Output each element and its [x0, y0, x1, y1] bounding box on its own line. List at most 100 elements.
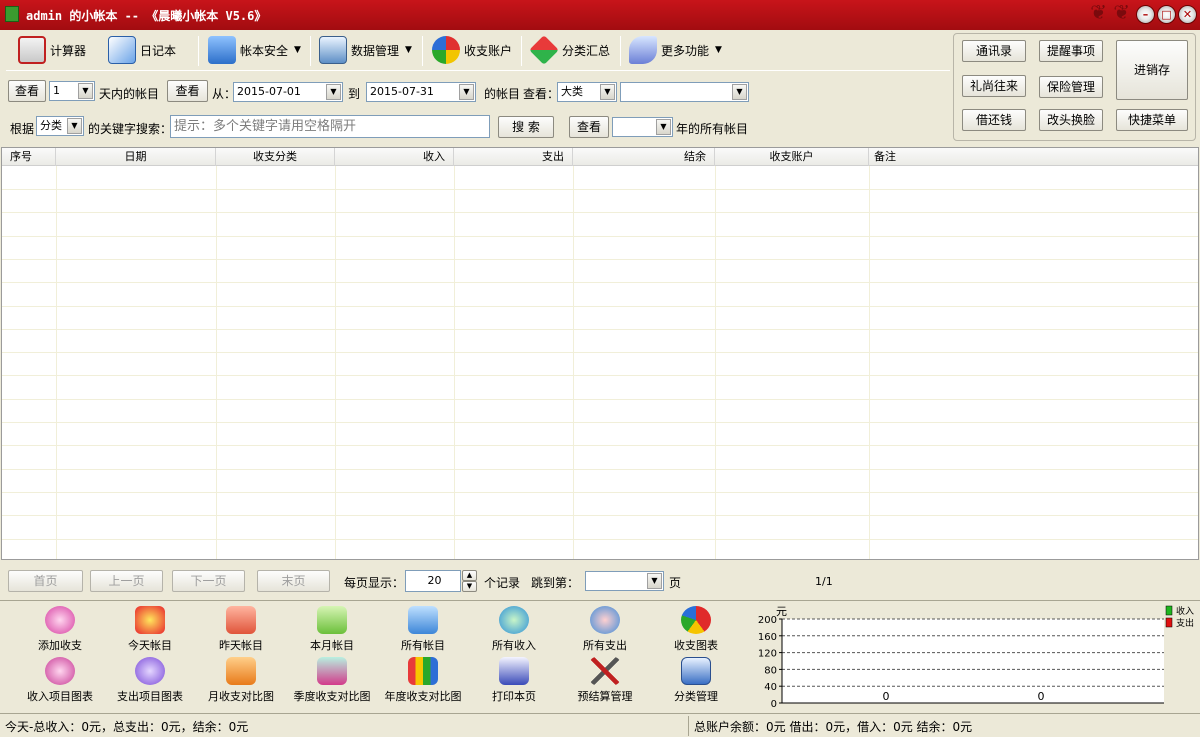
- more-functions-button[interactable]: 更多功能 ▼: [629, 33, 722, 67]
- category-management-button[interactable]: 分类管理: [648, 657, 744, 704]
- close-button[interactable]: ✕: [1178, 5, 1197, 24]
- contacts-button[interactable]: 通讯录: [962, 40, 1026, 62]
- all-income-button[interactable]: 所有收入: [466, 606, 562, 653]
- category-level-select[interactable]: 大类 ▼: [557, 82, 617, 102]
- spin-down-icon[interactable]: ▼: [462, 581, 477, 592]
- all-expense-button[interactable]: 所有支出: [557, 606, 653, 653]
- insurance-button[interactable]: 保险管理: [1039, 76, 1103, 98]
- col-header-account[interactable]: 收支账户: [715, 148, 869, 166]
- grid-row-line: [2, 282, 1198, 283]
- maximize-button[interactable]: □: [1157, 5, 1176, 24]
- keyword-search-input[interactable]: 提示：多个关键字请用空格隔开: [170, 115, 490, 138]
- col-header-balance[interactable]: 结余: [573, 148, 715, 166]
- mini-chart: 0 40 80 120 160 200 元 0 0 收入 支出: [756, 604, 1200, 712]
- toolbar-separator: [422, 36, 423, 66]
- view-year-button[interactable]: 查看: [569, 116, 609, 138]
- dropdown-arrow-icon[interactable]: ▼: [656, 119, 671, 135]
- last-page-button[interactable]: 末页: [257, 570, 330, 592]
- col-header-expense[interactable]: 支出: [454, 148, 573, 166]
- pager: 首页 上一页 下一页 末页 每页显示： 20 ▲ ▼ 个记录 跳到第： ▼ 页 …: [0, 563, 1200, 599]
- from-date-picker[interactable]: 2015-07-01 ▼: [233, 82, 343, 102]
- y-tick-label: 120: [758, 649, 777, 660]
- loans-button[interactable]: 借还钱: [962, 109, 1026, 131]
- first-page-button[interactable]: 首页: [8, 570, 83, 592]
- print-page-button[interactable]: 打印本页: [466, 657, 562, 704]
- grid-column-line: [56, 166, 57, 559]
- spin-up-icon[interactable]: ▲: [462, 570, 477, 581]
- col-header-date[interactable]: 日期: [56, 148, 216, 166]
- days-select[interactable]: 1 ▼: [49, 81, 95, 101]
- category-select[interactable]: ▼: [620, 82, 749, 102]
- monthly-compare-button[interactable]: 月收支对比图: [193, 657, 289, 704]
- reminders-button[interactable]: 提醒事项: [1039, 40, 1103, 62]
- today-accounts-button[interactable]: 今天帐目: [102, 606, 198, 653]
- skin-button[interactable]: 改头换脸: [1039, 109, 1103, 131]
- income-item-chart-button[interactable]: 收入项目图表: [12, 657, 108, 704]
- y-tick-label: 200: [758, 615, 777, 626]
- col-header-income[interactable]: 收入: [335, 148, 454, 166]
- accounts-button[interactable]: 收支账户: [432, 33, 512, 67]
- folder-icon: [408, 606, 438, 634]
- gifts-button[interactable]: 礼尚往来: [962, 75, 1026, 97]
- yesterday-accounts-button[interactable]: 昨天帐目: [193, 606, 289, 653]
- grid-row-line: [2, 352, 1198, 353]
- dropdown-arrow-icon[interactable]: ▼: [647, 573, 662, 589]
- title-bar: admin 的小帐本 -- 《晨曦小帐本 V5.6》 ❦ ❦ – □ ✕: [0, 0, 1200, 30]
- up-down-arrows-icon: [529, 35, 559, 65]
- to-date-picker[interactable]: 2015-07-31 ▼: [366, 82, 476, 102]
- calculator-button[interactable]: 计算器: [18, 33, 86, 67]
- diary-button[interactable]: 日记本: [108, 33, 176, 67]
- grid-column-line: [573, 166, 574, 559]
- legend-income-swatch: [1165, 605, 1173, 616]
- add-transaction-button[interactable]: 添加收支: [12, 606, 108, 653]
- add-record-icon: [45, 606, 75, 634]
- quarter-compare-button[interactable]: 季度收支对比图: [284, 657, 380, 704]
- budget-management-button[interactable]: 预结算管理: [557, 657, 653, 704]
- dropdown-arrow-icon[interactable]: ▼: [67, 118, 82, 134]
- quick-menu-button[interactable]: 快捷菜单: [1116, 109, 1188, 131]
- col-header-note[interactable]: 备注: [869, 148, 1198, 166]
- account-security-button[interactable]: 帐本安全 ▼: [208, 33, 301, 67]
- inventory-button[interactable]: 进销存: [1116, 40, 1188, 100]
- toolbar-separator: [521, 36, 522, 66]
- view-days-button[interactable]: 查看: [8, 80, 46, 102]
- expense-item-chart-button[interactable]: 支出项目图表: [102, 657, 198, 704]
- window-title: admin 的小帐本 -- 《晨曦小帐本 V5.6》: [26, 9, 267, 23]
- jump-page-select[interactable]: ▼: [585, 571, 664, 591]
- y-axis-unit: 元: [776, 605, 787, 618]
- dropdown-arrow-icon[interactable]: ▼: [459, 84, 474, 100]
- view-range-button[interactable]: 查看: [167, 80, 208, 102]
- legend-income-label: 收入: [1176, 605, 1194, 617]
- to-label: 到: [348, 87, 361, 101]
- col-header-category[interactable]: 收支分类: [216, 148, 335, 166]
- days-label: 天内的帐目: [99, 87, 160, 101]
- grid-row-line: [2, 539, 1198, 540]
- grid-row-line: [2, 422, 1198, 423]
- sun-burst-icon: [135, 606, 165, 634]
- data-management-button[interactable]: 数据管理 ▼: [319, 33, 412, 67]
- cross-tools-icon: [590, 657, 620, 685]
- notebook-pen-icon: [108, 36, 136, 64]
- chart-button[interactable]: 收支图表: [648, 606, 744, 653]
- transactions-table[interactable]: 序号 日期 收支分类 收入 支出 结余 收支账户 备注: [1, 147, 1199, 560]
- search-button[interactable]: 搜 索: [498, 116, 554, 138]
- window-icon: [319, 36, 347, 64]
- per-page-input[interactable]: 20: [405, 570, 461, 592]
- next-page-button[interactable]: 下一页: [172, 570, 245, 592]
- category-summary-button[interactable]: 分类汇总: [529, 33, 610, 67]
- col-header-index[interactable]: 序号: [2, 148, 56, 166]
- dropdown-arrow-icon[interactable]: ▼: [78, 83, 93, 99]
- grid-column-line: [715, 166, 716, 559]
- year-select[interactable]: ▼: [612, 117, 673, 137]
- grid-row-line: [2, 492, 1198, 493]
- minimize-button[interactable]: –: [1136, 5, 1155, 24]
- dropdown-arrow-icon[interactable]: ▼: [326, 84, 341, 100]
- search-field-select[interactable]: 分类 ▼: [36, 116, 84, 136]
- jump-label: 跳到第：: [531, 576, 580, 590]
- dropdown-arrow-icon[interactable]: ▼: [732, 84, 747, 100]
- year-compare-button[interactable]: 年度收支对比图: [375, 657, 471, 704]
- prev-page-button[interactable]: 上一页: [90, 570, 163, 592]
- month-accounts-button[interactable]: 本月帐目: [284, 606, 380, 653]
- all-accounts-button[interactable]: 所有帐目: [375, 606, 471, 653]
- dropdown-arrow-icon[interactable]: ▼: [600, 84, 615, 100]
